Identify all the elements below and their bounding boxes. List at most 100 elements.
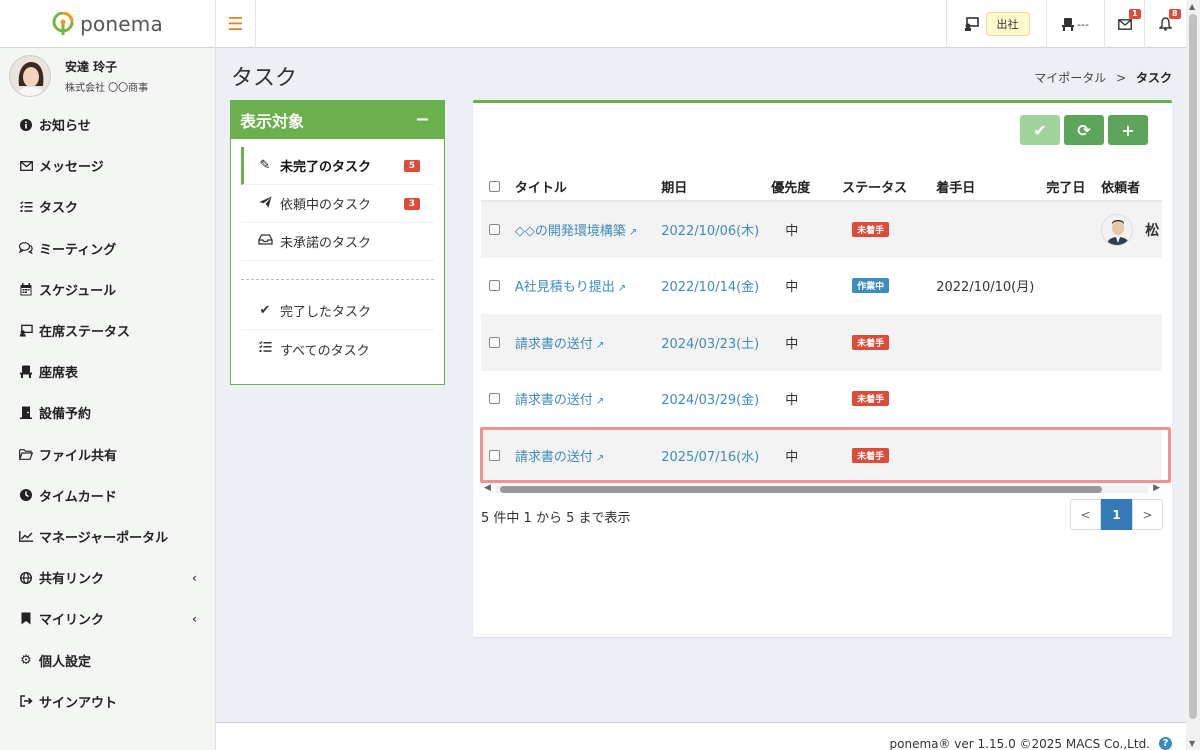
requester-cell <box>1095 314 1162 371</box>
due-date-link[interactable]: 2024/03/23(土) <box>661 337 759 352</box>
table-row[interactable]: ◇◇の開発環境構築 ↗ 2022/10/06(木) 中 未着手 松 <box>481 201 1162 258</box>
bell-icon <box>1159 17 1172 31</box>
sidebar-item-timecard[interactable]: タイムカード <box>0 475 215 516</box>
column-header-status[interactable]: ステータス <box>836 173 931 202</box>
add-task-button[interactable]: + <box>1108 115 1148 145</box>
filter-completed-tasks[interactable]: ✔ 完了したタスク <box>241 292 434 330</box>
sidebar-item-file-share[interactable]: ファイル共有 <box>0 434 215 475</box>
sidebar-item-tasks[interactable]: タスク <box>0 186 215 227</box>
select-all-checkbox[interactable] <box>489 181 500 192</box>
sidebar-item-shared-links[interactable]: 共有リンク ‹ <box>0 557 215 598</box>
sidebar-item-label: お知らせ <box>39 119 91 135</box>
page-scrollbar[interactable]: ▲ ▼ <box>1186 0 1200 750</box>
bookmark-icon <box>19 612 33 626</box>
display-filter-panel: 表示対象 − ✎ 未完了のタスク 5 依頼中のタスク 3 未承諾のタスク ✔ 完… <box>230 100 445 385</box>
seat-info[interactable]: --- <box>1046 0 1104 48</box>
scrollbar-thumb[interactable] <box>500 486 1102 493</box>
menu-toggle-button[interactable]: ☰ <box>216 0 256 48</box>
task-title-link[interactable]: ◇◇の開発環境構築 <box>515 224 626 239</box>
external-link-icon[interactable]: ↗ <box>618 283 626 294</box>
chart-icon <box>19 529 33 543</box>
notifications-button[interactable]: 8 <box>1144 0 1186 48</box>
row-checkbox[interactable] <box>489 224 500 236</box>
table-row[interactable]: 請求書の送付 ↗ 2024/03/23(土) 中 未着手 <box>481 314 1162 371</box>
scroll-right-icon[interactable]: ▶ <box>1153 483 1160 493</box>
row-highlight-outline <box>480 427 1171 483</box>
status-badge: 未着手 <box>852 222 890 238</box>
help-icon[interactable]: ? <box>1159 737 1172 750</box>
column-header-title[interactable]: タイトル <box>508 173 656 202</box>
filter-incomplete-tasks[interactable]: ✎ 未完了のタスク 5 <box>241 147 434 185</box>
presence-button[interactable]: 出社 <box>985 12 1030 36</box>
column-header-due[interactable]: 期日 <box>655 173 766 202</box>
app-name: ponema <box>80 12 163 36</box>
sidebar-item-label: マイリンク <box>39 613 105 629</box>
presence-status[interactable]: 出社 <box>946 0 1046 48</box>
sidebar-item-my-links[interactable]: マイリンク ‹ <box>0 598 215 639</box>
sidebar-item-notices[interactable]: お知らせ <box>0 104 215 145</box>
sidebar-item-presence[interactable]: 在席ステータス <box>0 310 215 351</box>
row-checkbox[interactable] <box>489 393 500 405</box>
page-title: タスク <box>231 66 298 91</box>
envelope-icon <box>1117 18 1132 30</box>
sidebar-item-label: 在席ステータス <box>39 325 131 341</box>
sidebar-item-facility[interactable]: 設備予約 <box>0 392 215 433</box>
sidebar-item-label: スケジュール <box>39 283 117 299</box>
due-date-link[interactable]: 2022/10/14(金) <box>661 280 759 295</box>
sidebar-item-manager-portal[interactable]: マネージャーポータル <box>0 516 215 557</box>
table-row[interactable]: A社見積もり提出 ↗ 2022/10/14(金) 中 作業中 2022/10/10… <box>481 258 1162 315</box>
due-date-link[interactable]: 2024/03/29(金) <box>661 393 759 408</box>
table-horizontal-scrollbar[interactable]: ◀ ▶ <box>484 483 1160 494</box>
count-badge: 5 <box>403 159 420 172</box>
task-title-link[interactable]: A社見積もり提出 <box>515 280 615 295</box>
table-row[interactable]: 請求書の送付 ↗ 2024/03/29(金) 中 未着手 <box>481 371 1162 428</box>
external-link-icon[interactable]: ↗ <box>596 396 604 407</box>
user-name: 安達 玲子 <box>65 60 118 74</box>
page-button-current[interactable]: 1 <box>1101 499 1132 530</box>
sidebar-item-personal-settings[interactable]: ⚙ 個人設定 <box>0 639 215 680</box>
scroll-up-icon[interactable]: ▲ <box>1189 2 1195 11</box>
scroll-down-icon[interactable]: ▼ <box>1189 739 1195 748</box>
filter-header: 表示対象 − <box>231 101 444 139</box>
row-checkbox[interactable] <box>489 336 500 348</box>
external-link-icon[interactable]: ↗ <box>629 227 637 238</box>
sidebar-item-signout[interactable]: サインアウト <box>0 681 215 722</box>
complete-selected-button[interactable]: ✔ <box>1020 115 1060 145</box>
completed-date <box>1040 201 1096 258</box>
sidebar: 安達 玲子 株式会社 〇〇商事 お知らせ メッセージ タスク ミーティング スケ… <box>0 48 216 750</box>
task-list-panel: ✔ ⟳ + タイトル 期日 優先度 ステータス 着手日 完了日 依頼者 ◇◇の開… <box>473 100 1172 637</box>
app-logo[interactable]: ponema <box>0 0 216 48</box>
breadcrumb-home-link[interactable]: マイポータル <box>1034 71 1106 85</box>
collapse-icon[interactable]: − <box>415 109 430 130</box>
sidebar-item-label: 個人設定 <box>39 654 92 670</box>
sidebar-item-messages[interactable]: メッセージ <box>0 145 215 186</box>
messages-button[interactable]: 1 <box>1104 0 1144 48</box>
task-title-link[interactable]: 請求書の送付 <box>515 393 593 408</box>
column-header-requester[interactable]: 依頼者 <box>1095 173 1162 202</box>
row-checkbox[interactable] <box>489 280 500 292</box>
sidebar-item-schedule[interactable]: スケジュール <box>0 269 215 310</box>
filter-requested-tasks[interactable]: 依頼中のタスク 3 <box>241 185 434 223</box>
chair-icon <box>1062 18 1075 31</box>
column-header-priority[interactable]: 優先度 <box>765 173 837 202</box>
filter-all-tasks[interactable]: すべてのタスク <box>241 330 434 368</box>
inbox-icon <box>257 234 273 249</box>
user-panel[interactable]: 安達 玲子 株式会社 〇〇商事 <box>0 48 215 104</box>
refresh-button[interactable]: ⟳ <box>1064 115 1104 145</box>
sidebar-item-seating[interactable]: 座席表 <box>0 351 215 392</box>
next-page-button[interactable]: > <box>1132 499 1163 530</box>
previous-page-button[interactable]: < <box>1070 499 1101 530</box>
scroll-left-icon[interactable]: ◀ <box>484 483 491 493</box>
filter-unaccepted-tasks[interactable]: 未承諾のタスク <box>241 223 434 261</box>
priority-cell: 中 <box>785 393 799 409</box>
external-link-icon[interactable]: ↗ <box>596 340 604 351</box>
task-title-link[interactable]: 請求書の送付 <box>515 337 593 352</box>
priority-cell: 中 <box>765 201 837 258</box>
refresh-icon: ⟳ <box>1077 120 1091 140</box>
column-header-completed[interactable]: 完了日 <box>1040 173 1096 202</box>
page-scrollbar-thumb[interactable] <box>1189 14 1197 719</box>
comments-icon <box>19 241 33 255</box>
sidebar-item-meeting[interactable]: ミーティング <box>0 228 215 269</box>
column-header-started[interactable]: 着手日 <box>930 173 1041 202</box>
due-date-link[interactable]: 2022/10/06(木) <box>661 224 759 239</box>
